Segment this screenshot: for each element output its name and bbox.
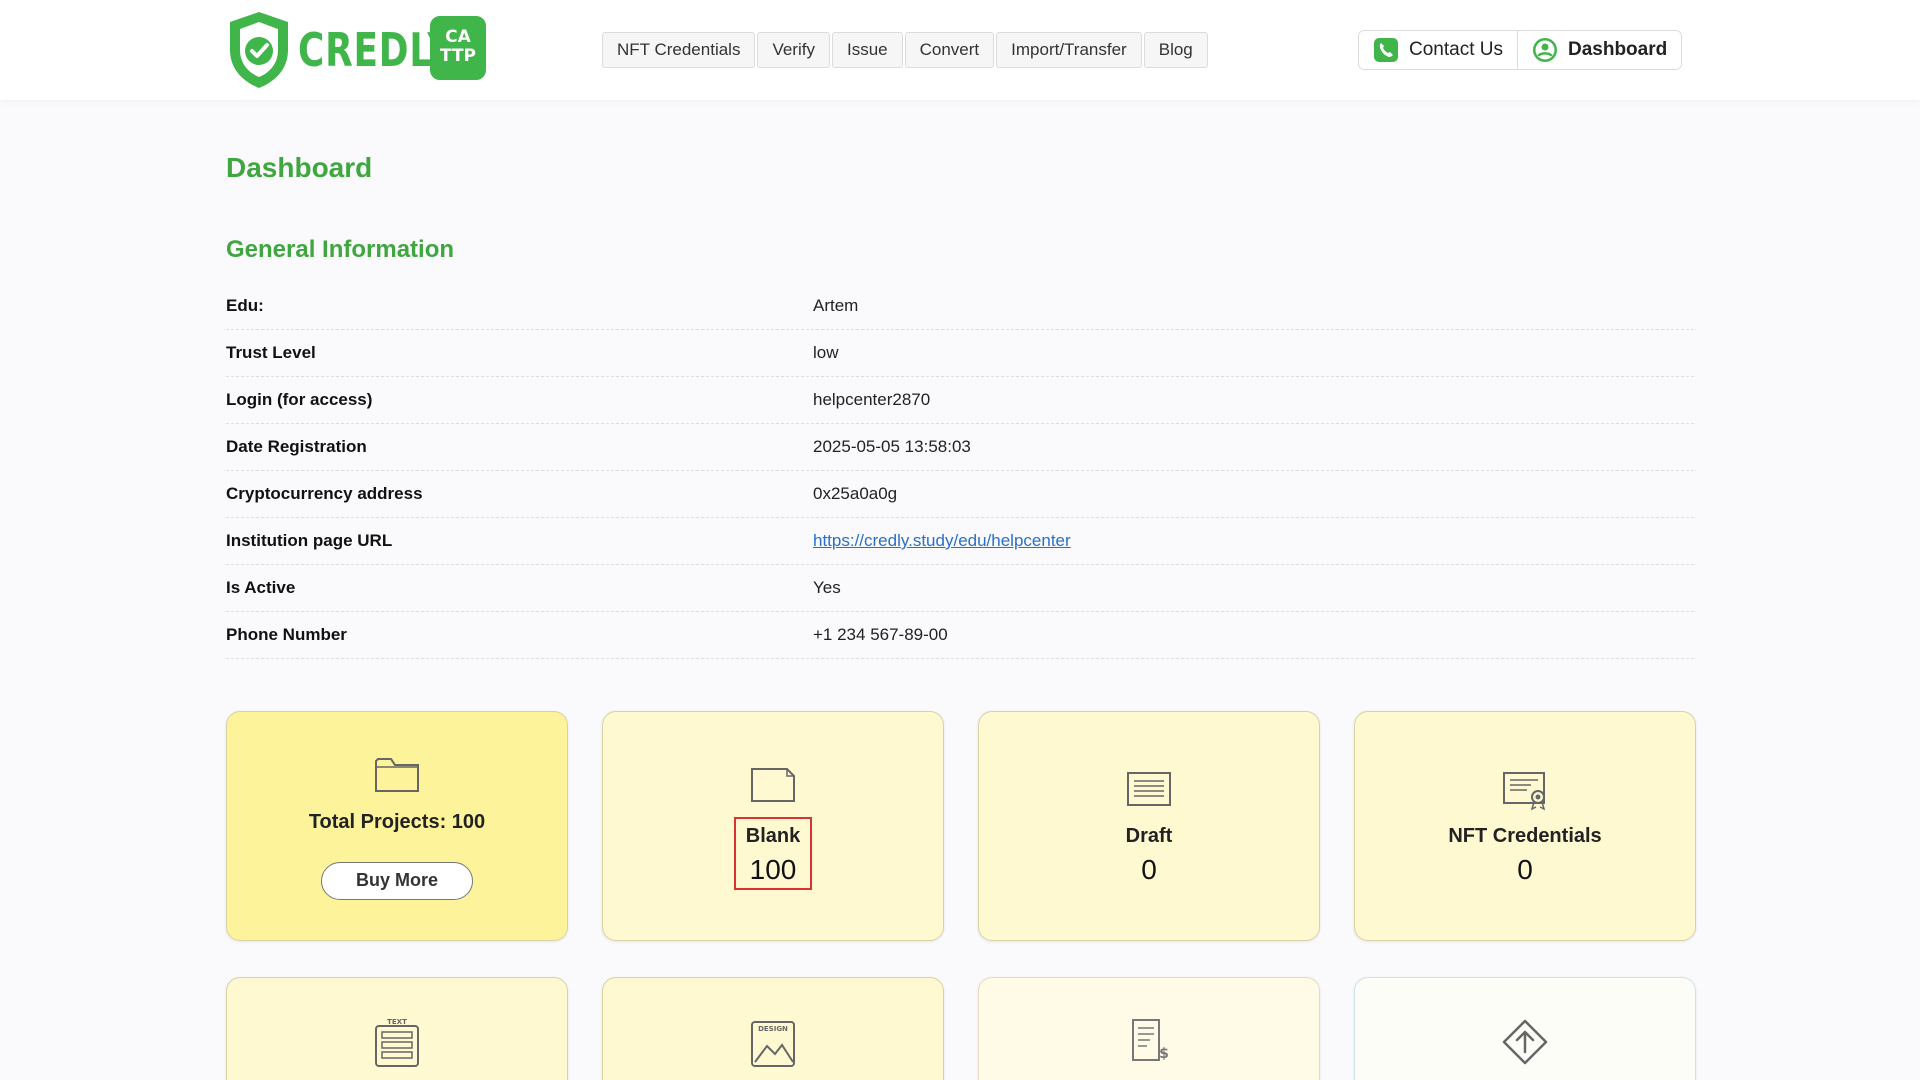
nft-credentials-label: NFT Credentials [1448,824,1602,847]
design-template-icon-label: DESIGN [758,1025,788,1033]
user-icon [1532,38,1557,62]
info-row-date-registration: Date Registration 2025-05-05 13:58:03 [226,424,1694,471]
blank-label: Blank [745,824,801,847]
info-row-edu: Edu: Artem [226,283,1694,330]
phone-icon [1374,38,1398,62]
dashboard-button[interactable]: Dashboard [1516,31,1681,69]
info-row-phone-number: Phone Number +1 234 567-89-00 [226,612,1694,659]
draft-count: 0 [1141,853,1157,885]
shield-check-icon [230,12,288,88]
info-row-login: Login (for access) helpcenter2870 [226,377,1694,424]
card-total-projects: Total Projects: 100 Buy More [226,711,568,941]
info-row-crypto-address: Cryptocurrency address 0x25a0a0g [226,471,1694,518]
nft-credentials-count: 0 [1517,853,1533,885]
card-nft-credentials[interactable]: NFT Credentials 0 [1354,711,1696,941]
certificate-icon [1503,771,1546,810]
card-text-template[interactable]: TEXT [226,977,568,1080]
info-row-is-active: Is Active Yes [226,565,1694,612]
info-label: Phone Number [226,625,347,644]
card-design-template[interactable]: DESIGN [602,977,944,1080]
card-invoice[interactable]: $ [978,977,1320,1080]
stats-cards: Total Projects: 100 Buy More Blank 100 D… [226,711,1696,1080]
nav-verify[interactable]: Verify [757,32,830,68]
text-template-icon: TEXT [375,1018,419,1067]
info-label: Date Registration [226,437,367,456]
top-header: CREDLY CA TTP NFT Credentials Verify Iss… [0,0,1920,100]
info-value: 0x25a0a0g [813,484,898,503]
nav-nft-credentials[interactable]: NFT Credentials [602,32,756,68]
brand-badge-line1: CA [445,27,471,47]
draft-document-icon [1127,771,1171,806]
info-value: low [813,343,839,362]
info-label: Login (for access) [226,390,373,409]
card-blank[interactable]: Blank 100 [602,711,944,941]
info-row-trust-level: Trust Level low [226,330,1694,377]
text-template-icon-label: TEXT [387,1018,407,1026]
card-draft[interactable]: Draft 0 [978,711,1320,941]
nav-import-transfer[interactable]: Import/Transfer [996,32,1142,68]
header-actions: Contact Us Dashboard [1358,30,1683,70]
contact-us-label: Contact Us [1409,39,1503,60]
contact-us-button[interactable]: Contact Us [1359,31,1517,69]
blank-document-icon [751,767,795,802]
upload-diamond-icon [1502,1019,1548,1065]
total-projects-label: Total Projects: 100 [308,810,486,833]
info-value: +1 234 567-89-00 [813,625,948,644]
svg-text:$: $ [1159,1046,1169,1062]
nav-convert[interactable]: Convert [904,32,995,68]
draft-label: Draft [1125,824,1173,847]
info-label: Edu: [226,296,264,315]
main-nav: NFT Credentials Verify Issue Convert Imp… [602,32,1208,68]
invoice-document-icon: $ [1132,1019,1169,1062]
info-label: Institution page URL [226,531,393,550]
info-value: Yes [813,578,841,597]
buy-more-button[interactable]: Buy More [321,861,473,900]
info-row-institution-url: Institution page URL https://credly.stud… [226,518,1694,565]
folder-icon [375,757,419,792]
info-value: https://credly.study/edu/helpcenter [813,531,1071,551]
dashboard-label: Dashboard [1567,39,1668,60]
page-title: Dashboard [226,152,373,183]
info-label: Is Active [226,578,296,597]
brand-logo[interactable]: CREDLY CA TTP [226,10,498,90]
brand-badge-line2: TTP [439,46,477,66]
blank-highlight-box: Blank 100 [733,816,813,890]
card-upload[interactable] [1354,977,1696,1080]
info-value: helpcenter2870 [813,390,931,409]
brand-badge: CA TTP [430,16,486,80]
blank-count: 100 [749,853,797,885]
nav-blog[interactable]: Blog [1143,32,1208,68]
info-label: Trust Level [226,343,316,362]
design-template-icon: DESIGN [751,1021,795,1067]
info-value: 2025-05-05 13:58:03 [813,437,971,456]
section-title: General Information [226,236,455,263]
info-value: Artem [813,296,859,315]
info-label: Cryptocurrency address [226,484,423,503]
institution-page-link[interactable]: https://credly.study/edu/helpcenter [813,531,1071,550]
nav-issue[interactable]: Issue [831,32,903,68]
general-info-table: Edu: Artem Trust Level low Login (for ac… [226,283,1694,659]
